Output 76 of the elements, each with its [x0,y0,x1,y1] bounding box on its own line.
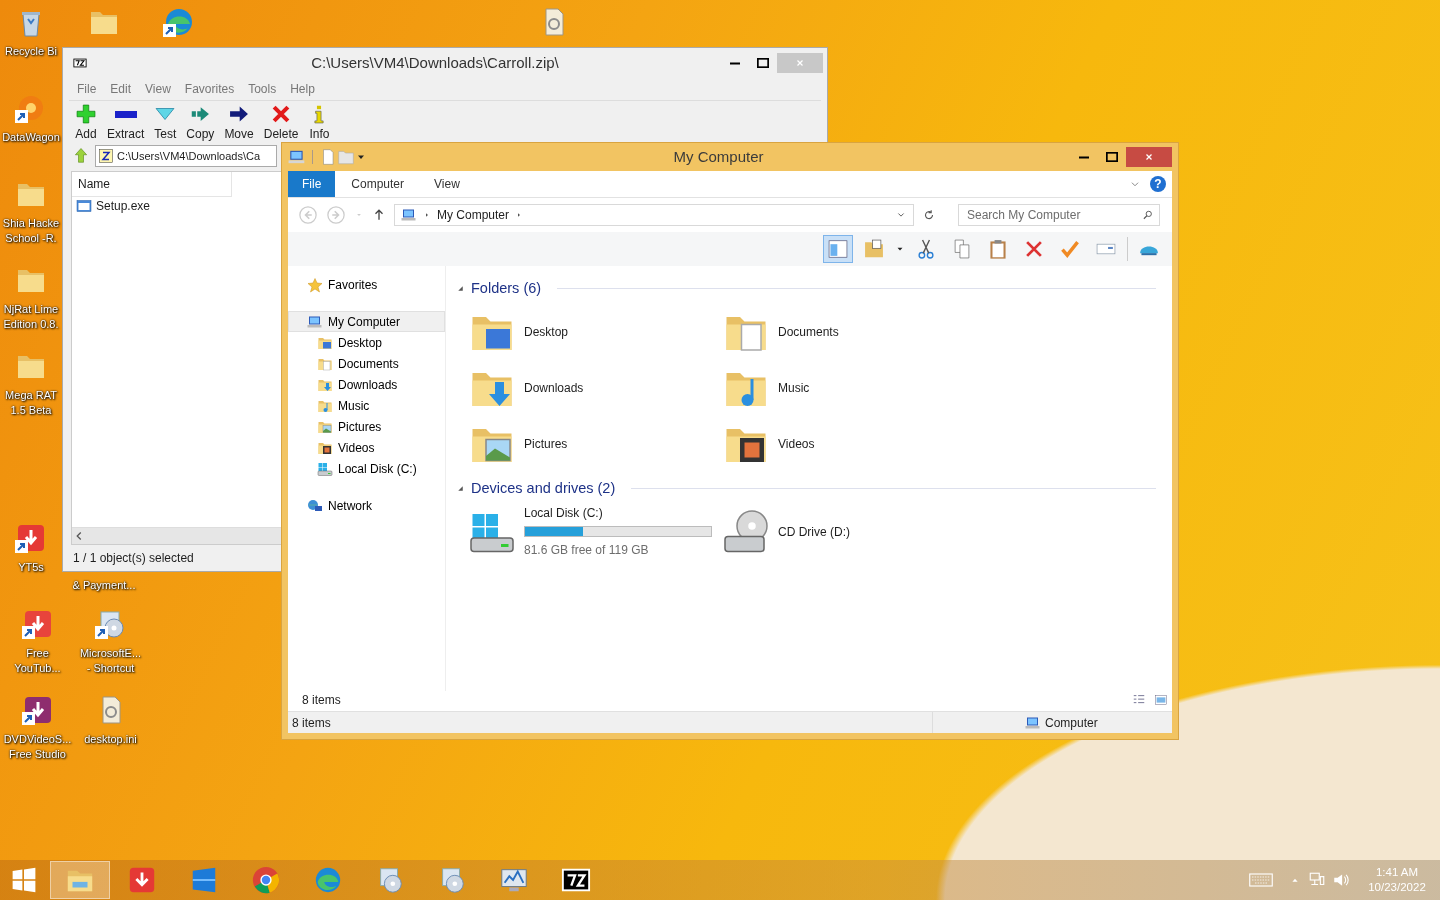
horizontal-scrollbar[interactable] [72,527,282,544]
toolbar-button[interactable]: Test [150,103,181,141]
path-field[interactable]: C:\Users\VM4\Downloads\Ca [95,145,277,167]
menu-item[interactable]: Help [290,80,315,98]
computer-icon [401,207,417,223]
nav-item[interactable]: Local Disk (C:) [288,458,445,479]
status-zone: Computer [1045,714,1098,732]
drive-name[interactable]: Local Disk (C:) [524,504,712,522]
address-bar[interactable]: My Computer [394,204,914,226]
folder-name[interactable]: Desktop [524,322,569,341]
menu-item[interactable]: Favorites [184,80,235,98]
download-icon [127,865,157,895]
menu-item[interactable]: View [145,80,171,98]
group-heading[interactable]: Folders (6) [471,278,542,300]
program-icon [76,198,92,214]
status-text: 8 items [291,714,332,732]
file-name[interactable]: Setup.exe [96,197,151,215]
network-icon [307,497,323,514]
nav-item[interactable]: Documents [288,353,445,374]
large-icons-view-icon[interactable] [1154,693,1168,707]
minus-icon [114,110,137,118]
nav-item[interactable]: Desktop [288,332,445,353]
toolbar-button[interactable]: Add [71,103,101,141]
refresh-icon[interactable] [922,208,936,222]
drive-free-space: 81.6 GB free of 119 GB [524,542,650,559]
column-header[interactable]: Name [72,172,232,197]
plus-icon [75,103,97,125]
nav-item[interactable]: Music [288,395,445,416]
up-arrow-icon[interactable] [372,208,386,222]
folder-name[interactable]: Downloads [524,378,584,397]
window-title: My Computer [672,146,765,167]
archive-icon [98,148,114,164]
help-button[interactable]: ? [1150,176,1166,192]
address-text: My Computer [437,207,510,224]
folder-name[interactable]: Pictures [524,434,568,453]
nav-item[interactable]: Network [288,495,445,516]
group-heading[interactable]: Devices and drives (2) [471,477,616,500]
toolbar-button[interactable]: Move [220,103,258,141]
drive-icon [317,460,333,477]
toolbar-button[interactable]: Delete [259,103,303,141]
collapse-arrow-icon[interactable] [456,284,465,294]
toolbar-button[interactable]: Info [304,103,335,141]
drive-name[interactable]: CD Drive (D:) [778,522,850,541]
maximize-icon [1106,152,1118,162]
windows-logo-icon [11,867,37,893]
menu-item[interactable]: Tools [248,80,277,98]
toolbar-button[interactable]: Copy [182,103,219,141]
menu-item[interactable]: Edit [110,80,132,98]
back-icon[interactable] [298,205,318,225]
menu-item[interactable]: File [77,80,97,98]
minimize-icon [729,61,741,65]
browser-icon [251,865,281,895]
minimize-icon [1078,155,1090,159]
window-title: C:\Users\VM4\Downloads\Carroll.zip\ [310,52,560,73]
forward-icon[interactable] [326,205,346,225]
browser-icon [313,865,343,895]
search-icon[interactable] [1142,209,1154,221]
nav-item[interactable]: My Computer [288,311,445,332]
folder-name[interactable]: Videos [778,434,815,453]
computer-icon [288,148,306,166]
archive-app-icon [71,56,89,70]
item-count: 8 items [302,692,342,709]
maximize-icon [757,58,769,68]
nav-item[interactable]: Favorites [288,274,445,295]
toolbar-button[interactable]: Extract [103,103,149,141]
folder-name[interactable]: Music [778,378,810,397]
star-icon [307,276,323,293]
path-text: C:\Users\VM4\Downloads\Ca [117,148,261,164]
nav-item[interactable]: Pictures [288,416,445,437]
nav-item[interactable]: Downloads [288,374,445,395]
folder-name[interactable]: Documents [778,322,839,341]
search-field[interactable]: Search My Computer [958,204,1160,226]
ribbon-tab[interactable]: File [288,171,336,197]
collapse-arrow-icon[interactable] [456,484,465,494]
status-text: 1 / 1 object(s) selected [73,550,194,567]
nav-item[interactable]: Videos [288,437,445,458]
